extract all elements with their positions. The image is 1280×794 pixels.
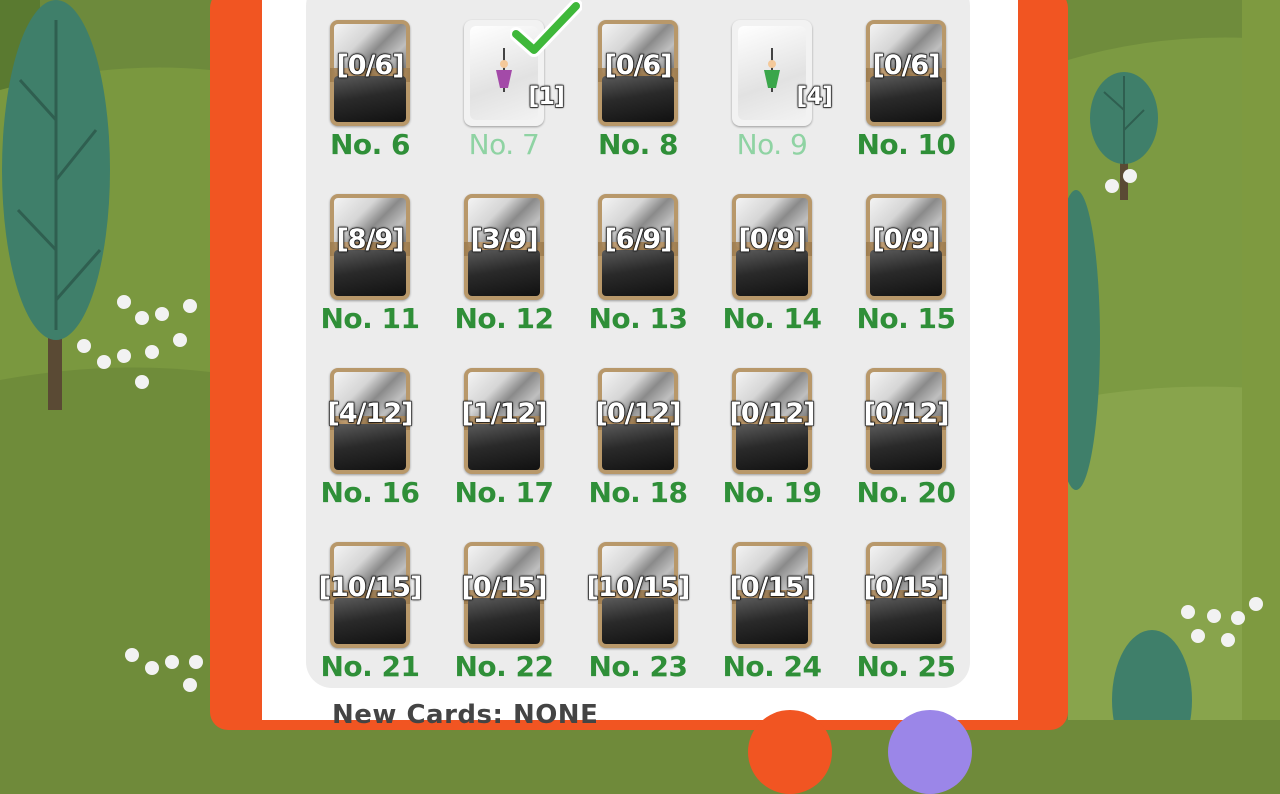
card-count: [0/6] <box>336 49 405 81</box>
card-count: [4] <box>796 81 834 110</box>
background-scenery-right <box>1068 0 1280 720</box>
card-count: [0/15] <box>461 571 548 603</box>
card-slot[interactable]: [0/15] No. 25 <box>842 538 976 704</box>
card-slot[interactable]: [1/12] No. 17 <box>440 364 574 530</box>
background-scenery-left <box>0 0 210 720</box>
card-name: No. 16 <box>320 476 420 509</box>
card-slot[interactable]: [4/12] No. 16 <box>306 364 440 530</box>
card-slot[interactable]: [6/9] No. 13 <box>574 190 708 356</box>
card-count: [0/6] <box>872 49 941 81</box>
card-count: [8/9] <box>336 223 405 255</box>
card-name: No. 11 <box>320 302 420 335</box>
card-count: [0/12] <box>729 397 816 429</box>
card-count: [0/12] <box>595 397 682 429</box>
card-name: No. 19 <box>722 476 822 509</box>
checkmark-icon <box>510 0 582 57</box>
card-slot[interactable]: [0/6] No. 8 <box>574 16 708 182</box>
card-count: [0/6] <box>604 49 673 81</box>
card-collected[interactable] <box>732 20 812 126</box>
card-name: No. 15 <box>856 302 956 335</box>
card-slot[interactable]: [0/15] No. 22 <box>440 538 574 704</box>
action-button-red[interactable] <box>748 710 832 794</box>
card-name: No. 24 <box>722 650 822 683</box>
card-slot[interactable]: [10/15] No. 21 <box>306 538 440 704</box>
card-slot[interactable]: [0/9] No. 15 <box>842 190 976 356</box>
card-name: No. 20 <box>856 476 956 509</box>
card-name: No. 13 <box>588 302 688 335</box>
card-slot[interactable]: [0/6] No. 6 <box>306 16 440 182</box>
card-slot[interactable]: [8/9] No. 11 <box>306 190 440 356</box>
card-count: [10/15] <box>318 571 423 603</box>
card-slot[interactable]: [0/12] No. 19 <box>708 364 842 530</box>
action-button-purple[interactable] <box>888 710 972 794</box>
card-slot[interactable]: [1] No. 7 <box>440 0 582 182</box>
card-count: [1] <box>528 81 566 110</box>
card-name: No. 8 <box>597 128 679 161</box>
card-slot[interactable]: [4] No. 9 <box>708 16 842 182</box>
card-slot[interactable]: [0/6] No. 10 <box>842 16 976 182</box>
new-cards-status: New Cards: NONE <box>332 700 599 730</box>
card-count: [4/12] <box>327 397 414 429</box>
card-name: No. 17 <box>454 476 554 509</box>
card-slot[interactable]: [3/9] No. 12 <box>440 190 574 356</box>
card-slot[interactable]: [0/12] No. 20 <box>842 364 976 530</box>
card-name: No. 7 <box>468 128 540 161</box>
card-name: No. 14 <box>722 302 822 335</box>
card-name: No. 10 <box>856 128 956 161</box>
card-name: No. 25 <box>856 650 956 683</box>
card-count: [0/15] <box>729 571 816 603</box>
card-name: No. 22 <box>454 650 554 683</box>
card-count: [1/12] <box>461 397 548 429</box>
card-name: No. 12 <box>454 302 554 335</box>
card-slot[interactable]: [10/15] No. 23 <box>574 538 708 704</box>
card-name: No. 6 <box>329 128 411 161</box>
card-name: No. 23 <box>588 650 688 683</box>
card-name: No. 21 <box>320 650 420 683</box>
card-count: [3/9] <box>470 223 539 255</box>
figure-icon <box>764 48 780 92</box>
card-count: [10/15] <box>586 571 691 603</box>
card-name: No. 18 <box>588 476 688 509</box>
card-count: [0/9] <box>738 223 807 255</box>
card-count: [0/15] <box>863 571 950 603</box>
card-count: [6/9] <box>604 223 673 255</box>
card-slot[interactable]: [0/9] No. 14 <box>708 190 842 356</box>
card-count: [0/12] <box>863 397 950 429</box>
card-count: [0/9] <box>872 223 941 255</box>
card-slot[interactable]: [0/12] No. 18 <box>574 364 708 530</box>
card-name: No. 9 <box>736 128 808 161</box>
card-slot[interactable]: [0/15] No. 24 <box>708 538 842 704</box>
